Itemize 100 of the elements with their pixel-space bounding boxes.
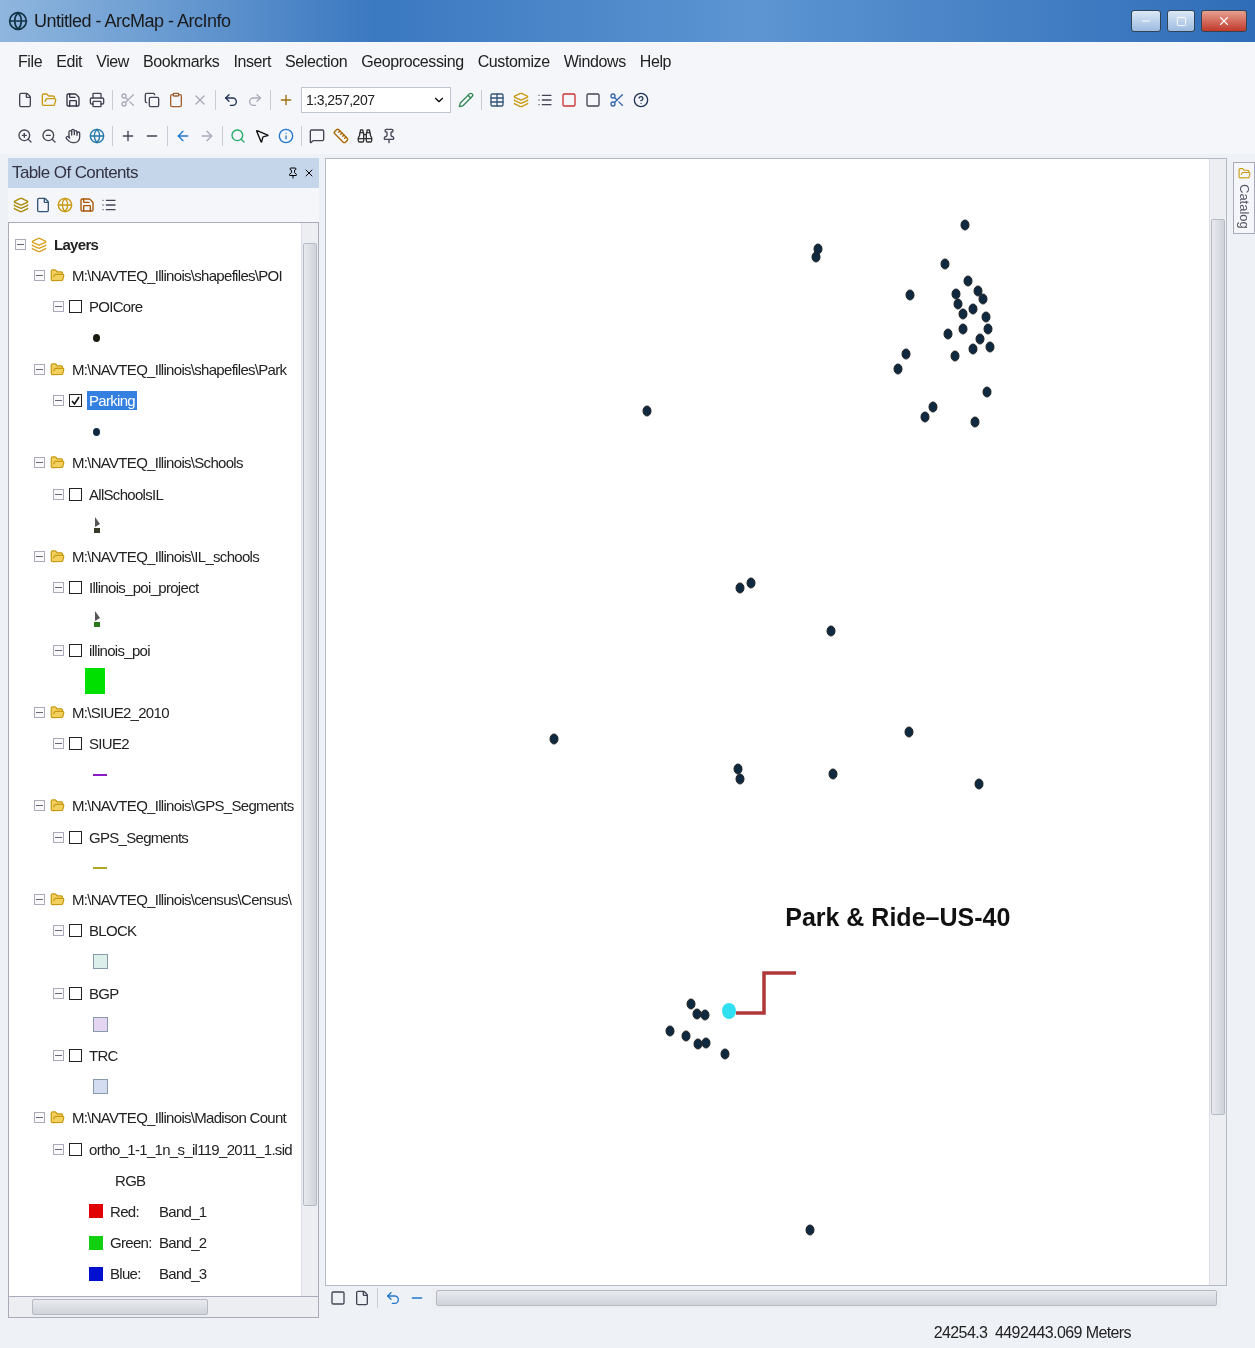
group-label[interactable]: M:\NAVTEQ_Illinois\GPS_Segments — [70, 796, 296, 816]
group-label[interactable]: M:\NAVTEQ_Illinois\shapefiles\POI — [70, 266, 285, 286]
pin-icon[interactable] — [287, 167, 300, 179]
menu-item[interactable]: View — [96, 53, 129, 71]
group-label[interactable]: M:\NAVTEQ_Illinois\Schools — [70, 453, 245, 473]
group-label[interactable]: M:\SIUE2_2010 — [70, 702, 171, 722]
menu-item[interactable]: Edit — [56, 53, 83, 71]
menu-item[interactable]: Geoprocessing — [361, 53, 464, 71]
layer-label[interactable]: GPS_Segments — [87, 827, 191, 847]
checkbox[interactable] — [69, 394, 82, 408]
layer-label[interactable]: POICore — [87, 297, 145, 317]
band-name: Band_3 — [158, 1264, 208, 1284]
expander-icon[interactable] — [34, 894, 45, 906]
expander-icon[interactable] — [34, 1112, 45, 1124]
expander-icon[interactable] — [53, 987, 64, 999]
measure-icon[interactable] — [332, 127, 350, 145]
expander-icon[interactable] — [53, 831, 64, 843]
group-label[interactable]: M:\NAVTEQ_Illinois\IL_schools — [70, 546, 261, 566]
save-icon[interactable] — [64, 91, 82, 109]
checkbox[interactable] — [69, 581, 82, 595]
expander-icon[interactable] — [34, 800, 45, 812]
paste-icon[interactable] — [167, 91, 185, 109]
menu-item[interactable]: File — [18, 53, 43, 71]
legend-heading: RGB — [114, 1170, 147, 1190]
list-by-drawing-order-icon[interactable] — [12, 196, 30, 214]
expander-icon[interactable] — [53, 925, 64, 937]
checkbox[interactable] — [69, 830, 82, 844]
layer-label[interactable]: AllSchoolsIL — [87, 484, 166, 504]
list-by-selection-icon[interactable] — [78, 196, 96, 214]
checkbox[interactable] — [69, 300, 82, 314]
group-label[interactable]: M:\NAVTEQ_Illinois\census\Census\ — [70, 890, 294, 910]
scissors-icon[interactable] — [608, 91, 626, 109]
expander-icon[interactable] — [53, 1143, 64, 1155]
expander-icon[interactable] — [53, 301, 64, 313]
checkbox[interactable] — [69, 1048, 82, 1062]
printer-icon[interactable] — [88, 91, 106, 109]
data-view-icon[interactable] — [329, 1289, 348, 1307]
find-icon[interactable] — [356, 127, 374, 145]
checkbox[interactable] — [69, 643, 82, 657]
expander-icon[interactable] — [53, 488, 64, 500]
maximize-button[interactable] — [1167, 10, 1195, 32]
group-label[interactable]: M:\NAVTEQ_Illinois\Madison Count — [70, 1108, 289, 1128]
copy-icon[interactable] — [143, 91, 161, 109]
select-icon[interactable] — [229, 127, 247, 145]
globe-icon[interactable] — [88, 127, 106, 145]
scale-field[interactable]: 1:3,257,207 — [301, 87, 451, 113]
help-icon[interactable] — [632, 91, 650, 109]
undo-icon[interactable] — [222, 91, 240, 109]
expander-icon[interactable] — [34, 550, 45, 562]
expander-icon[interactable] — [53, 644, 64, 656]
expander-icon[interactable] — [34, 363, 45, 375]
menu-item[interactable]: Windows — [563, 53, 626, 71]
expander-icon[interactable] — [34, 706, 45, 718]
tool-icon[interactable] — [560, 91, 578, 109]
expander-icon[interactable] — [53, 1049, 64, 1061]
checkbox[interactable] — [69, 924, 82, 938]
layer-label[interactable]: Illinois_poi_project — [87, 578, 201, 598]
checkbox[interactable] — [69, 737, 82, 751]
checkbox[interactable] — [69, 487, 82, 501]
layer-label[interactable]: SIUE2 — [87, 734, 131, 754]
menu-item[interactable]: Customize — [477, 53, 550, 71]
pan-icon[interactable] — [64, 127, 82, 145]
minimize-button[interactable] — [1131, 10, 1161, 32]
window-title: Untitled - ArcMap - ArcInfo — [34, 10, 232, 32]
layer-label[interactable]: BLOCK — [87, 921, 139, 941]
group-label[interactable]: M:\NAVTEQ_Illinois\shapefiles\Park — [70, 359, 289, 379]
expander-icon[interactable] — [34, 457, 45, 469]
pointer-icon[interactable] — [253, 127, 271, 145]
horizontal-scrollbar[interactable] — [8, 1297, 320, 1318]
layer-label[interactable]: Layers — [52, 235, 101, 255]
expander-icon[interactable] — [15, 239, 26, 251]
menu-item[interactable]: Help — [639, 53, 672, 71]
zoom-out-icon[interactable] — [40, 127, 58, 145]
html-popup-icon[interactable] — [308, 127, 326, 145]
pencil-icon[interactable] — [457, 91, 475, 109]
list-by-source-icon[interactable] — [34, 196, 52, 214]
layer-label[interactable]: illinois_poi — [87, 640, 152, 660]
layer-label[interactable]: BGP — [87, 983, 121, 1003]
table-icon[interactable] — [488, 91, 506, 109]
identify-icon[interactable] — [277, 127, 295, 145]
expander-icon[interactable] — [53, 582, 64, 594]
checkbox[interactable] — [69, 986, 82, 1000]
expander-icon[interactable] — [53, 395, 64, 407]
menu-item[interactable]: Bookmarks — [142, 53, 220, 71]
band-label: Red: — [109, 1201, 140, 1221]
menu-item[interactable]: Insert — [233, 53, 272, 71]
band-label: Green: — [109, 1233, 152, 1253]
layer-label[interactable]: Parking — [87, 391, 137, 411]
folder-icon — [50, 361, 65, 377]
new-document-icon[interactable] — [16, 91, 34, 109]
catalog-tab[interactable]: Catalog — [1233, 162, 1255, 234]
zoom-in-icon[interactable] — [16, 127, 34, 145]
checkbox[interactable] — [69, 1142, 82, 1156]
layer-label[interactable]: TRC — [87, 1045, 120, 1065]
layer-label[interactable]: ortho_1-1_1n_s_il119_2011_1.sid — [87, 1139, 294, 1159]
menu-item[interactable]: Selection — [285, 53, 348, 71]
close-button[interactable] — [1201, 10, 1247, 32]
window-icon[interactable] — [584, 91, 602, 109]
expander-icon[interactable] — [34, 270, 45, 282]
expander-icon[interactable] — [53, 738, 64, 750]
